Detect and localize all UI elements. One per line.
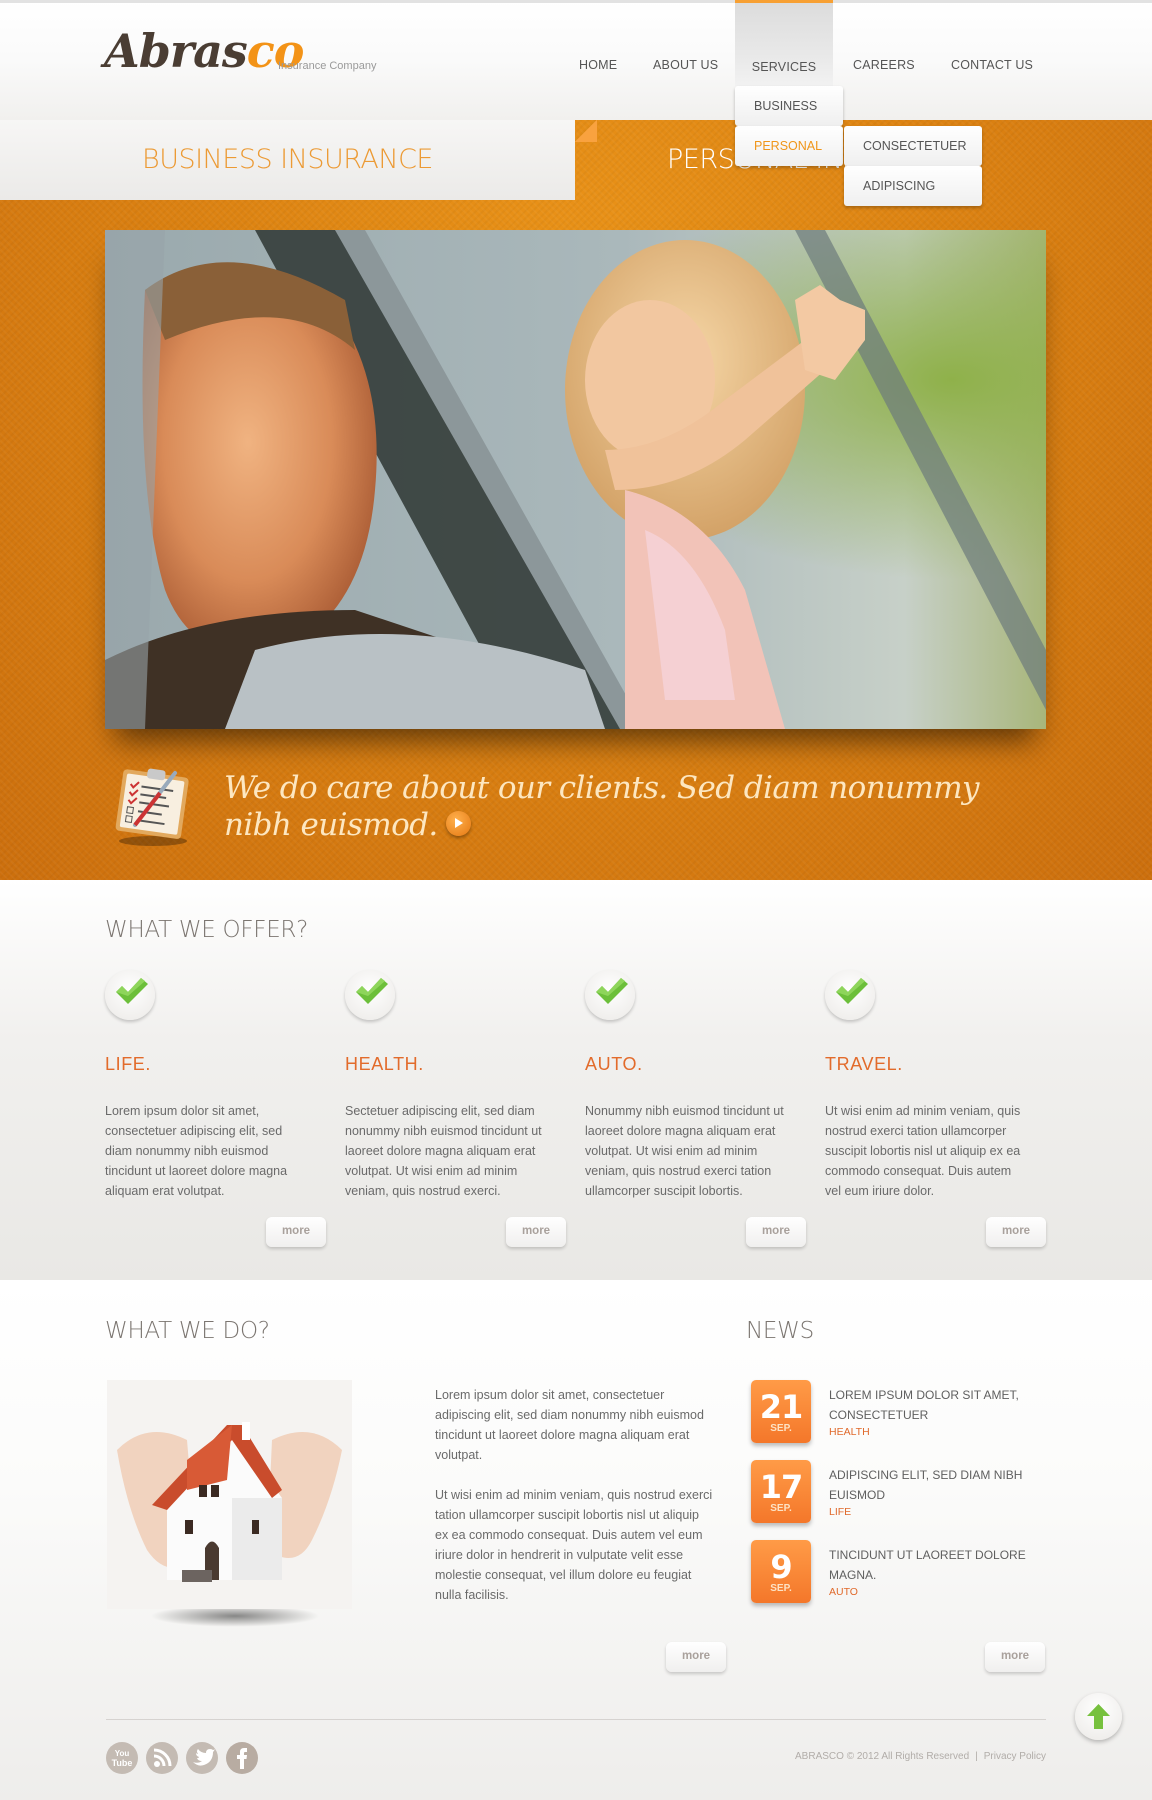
check-icon <box>105 970 155 1020</box>
footer-copyright: ABRASCO © 2012 All Rights Reserved | Priva… <box>795 1751 1046 1762</box>
logo-main: Abras <box>104 24 248 78</box>
footer-separator: | <box>975 1751 978 1762</box>
news-category[interactable]: AUTO <box>829 1586 858 1598</box>
hero-image <box>105 230 1046 729</box>
rss-icon[interactable] <box>146 1742 178 1774</box>
news-day: 9 <box>770 1548 792 1586</box>
what-we-do-title: WHAT WE DO? <box>105 1318 270 1344</box>
submenu-item-consectetuer[interactable]: CONSECTETUER <box>844 126 982 166</box>
news-item[interactable]: 17 SEP. ADIPISCING ELIT, SED DIAM NIBH E… <box>751 1460 1051 1530</box>
footer-divider <box>106 1719 1046 1720</box>
what-we-do-more-button[interactable]: more <box>666 1642 726 1672</box>
offer-auto-more-button[interactable]: more <box>746 1217 806 1247</box>
what-we-do-paragraph-2: Ut wisi enim ad minim veniam, quis nostr… <box>435 1488 713 1602</box>
what-we-do-paragraph-1: Lorem ipsum dolor sit amet, consectetuer… <box>435 1388 704 1462</box>
offer-health-more-button[interactable]: more <box>506 1217 566 1247</box>
nav-home[interactable]: HOME <box>560 3 636 86</box>
offer-heading: HEALTH. <box>345 1054 424 1074</box>
news-day: 17 <box>759 1468 804 1506</box>
clipboard-checklist-icon <box>105 765 197 847</box>
news-headline[interactable]: LOREM IPSUM DOLOR SIT AMET, CONSECTETUER <box>829 1385 1049 1425</box>
news-date: 21 SEP. <box>751 1380 811 1443</box>
copyright-text: ABRASCO © 2012 All Rights Reserved <box>795 1751 970 1762</box>
offer-body: Lorem ipsum dolor sit amet, consectetuer… <box>105 1104 288 1198</box>
hero-slogan-text: We do care about our clients. Sed diam n… <box>224 770 980 843</box>
twitter-icon[interactable] <box>186 1742 218 1774</box>
hero-slogan: We do care about our clients. Sed diam n… <box>224 770 1024 844</box>
nav-about-us[interactable]: ABOUT US <box>634 3 737 86</box>
news-headline[interactable]: TINCIDUNT UT LAOREET DOLORE MAGNA. <box>829 1545 1049 1585</box>
offer-item-travel: TRAVEL. Ut wisi enim ad minim veniam, qu… <box>825 970 1045 1201</box>
offer-body: Ut wisi enim ad minim veniam, quis nostr… <box>825 1104 1021 1198</box>
offer-item-life: LIFE. Lorem ipsum dolor sit amet, consec… <box>105 970 325 1201</box>
news-headline[interactable]: ADIPISCING ELIT, SED DIAM NIBH EUISMOD <box>829 1465 1049 1505</box>
logo-tagline: Insurance Company <box>278 60 377 72</box>
tab-business-insurance[interactable]: BUSINESS INSURANCE <box>0 120 575 200</box>
news-item[interactable]: 9 SEP. TINCIDUNT UT LAOREET DOLORE MAGNA… <box>751 1540 1051 1610</box>
dropdown-item-personal[interactable]: PERSONAL <box>735 126 843 166</box>
news-category[interactable]: HEALTH <box>829 1426 870 1438</box>
facebook-icon[interactable] <box>226 1742 258 1774</box>
offer-travel-more-button[interactable]: more <box>986 1217 1046 1247</box>
nav-contact-us[interactable]: CONTACT US <box>932 3 1052 86</box>
offer-life-more-button[interactable]: more <box>266 1217 326 1247</box>
arrow-up-icon <box>1087 1704 1110 1729</box>
offer-body: Sectetuer adipiscing elit, sed diam nonu… <box>345 1104 542 1198</box>
offer-item-auto: AUTO. Nonummy nibh euismod tincidunt ut … <box>585 970 805 1201</box>
check-icon <box>345 970 395 1020</box>
nav-careers[interactable]: CAREERS <box>834 3 934 86</box>
tab-business-insurance-label: BUSINESS INSURANCE <box>142 144 433 175</box>
youtube-icon[interactable]: You Tube <box>106 1742 138 1774</box>
offer-heading: TRAVEL. <box>825 1054 903 1074</box>
news-day: 21 <box>759 1388 804 1426</box>
offer-heading: LIFE. <box>105 1054 152 1074</box>
logo[interactable]: Abrasco <box>104 24 304 78</box>
submenu-item-adipiscing[interactable]: ADIPISCING <box>844 166 982 206</box>
offer-heading: AUTO. <box>585 1054 643 1074</box>
dropdown-item-business[interactable]: BUSINESS <box>735 86 843 126</box>
house-image <box>107 1380 352 1609</box>
news-date: 9 SEP. <box>751 1540 811 1603</box>
news-title: NEWS <box>746 1318 814 1344</box>
offer-item-health: HEALTH. Sectetuer adipiscing elit, sed d… <box>345 970 565 1201</box>
offer-title: WHAT WE OFFER? <box>105 917 309 943</box>
privacy-policy-link[interactable]: Privacy Policy <box>984 1751 1046 1762</box>
news-item[interactable]: 21 SEP. LOREM IPSUM DOLOR SIT AMET, CONS… <box>751 1380 1051 1450</box>
news-category[interactable]: LIFE <box>829 1506 851 1518</box>
news-month: SEP. <box>770 1583 792 1594</box>
nav-services[interactable]: SERVICES <box>735 0 833 86</box>
news-more-button[interactable]: more <box>985 1642 1045 1672</box>
svg-text:Tube: Tube <box>112 1758 133 1768</box>
svg-text:You: You <box>115 1749 130 1758</box>
arrow-right-circle-icon[interactable] <box>445 811 471 836</box>
offer-body: Nonummy nibh euismod tincidunt ut laoree… <box>585 1104 784 1198</box>
check-icon <box>825 970 875 1020</box>
news-date: 17 SEP. <box>751 1460 811 1523</box>
check-icon <box>585 970 635 1020</box>
scroll-to-top-button[interactable] <box>1075 1693 1122 1740</box>
